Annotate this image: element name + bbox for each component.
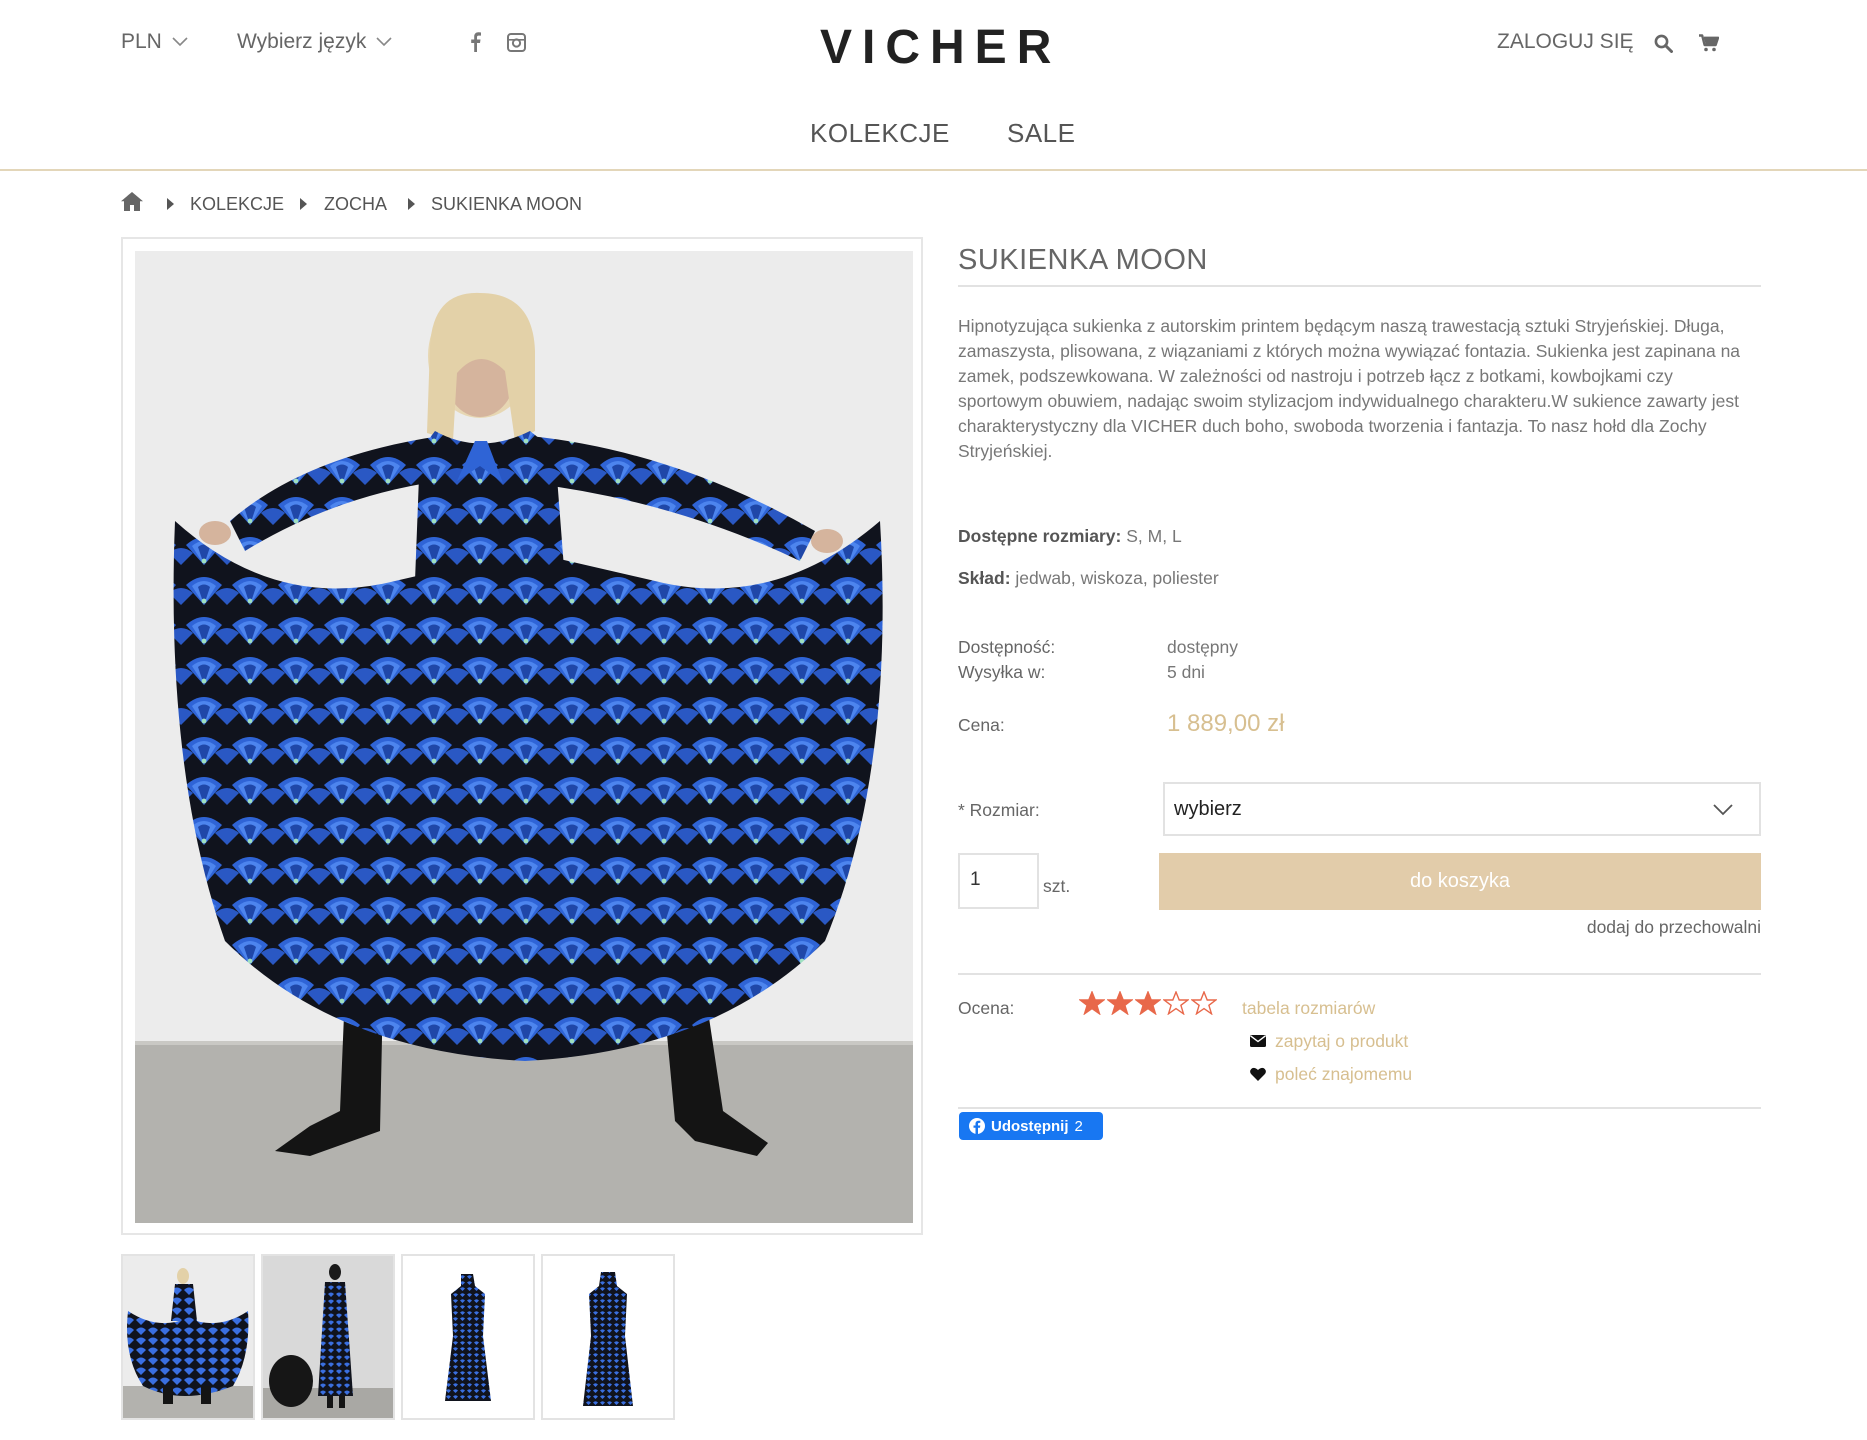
facebook-icon[interactable] <box>470 32 481 52</box>
composition-value: jedwab, wiskoza, poliester <box>1015 568 1219 588</box>
quantity-input[interactable]: 1 <box>958 853 1039 909</box>
price-value: 1 889,00 zł <box>1167 710 1285 737</box>
facebook-share-count: 2 <box>1074 1117 1083 1135</box>
sizes-available: Dostępne rozmiary: S, M, L <box>958 526 1182 547</box>
availability-value: dostępny <box>1167 637 1239 657</box>
share-divider <box>958 1107 1761 1109</box>
product-main-image[interactable] <box>135 251 913 1223</box>
add-to-storage-link[interactable]: dodaj do przechowalni <box>1500 917 1761 938</box>
price-label: Cena: <box>958 715 1005 735</box>
breadcrumb-zocha[interactable]: ZOCHA <box>324 194 387 215</box>
facebook-share-label: Udostępnij <box>991 1117 1069 1135</box>
breadcrumb-kolekcje[interactable]: KOLEKCJE <box>190 194 284 215</box>
language-selector[interactable]: Wybierz język <box>237 30 392 54</box>
star-filled-icon[interactable] <box>1135 991 1161 1015</box>
instagram-icon[interactable] <box>507 33 526 52</box>
chevron-down-icon <box>376 37 392 47</box>
shipping-value: 5 dni <box>1167 662 1205 682</box>
nav-kolekcje[interactable]: KOLEKCJE <box>810 118 950 149</box>
title-divider <box>958 285 1761 287</box>
sizes-value: S, M, L <box>1126 526 1182 546</box>
availability-label: Dostępność: <box>958 637 1056 657</box>
size-label: * Rozmiar: <box>958 800 1040 820</box>
sizes-label: Dostępne rozmiary: <box>958 526 1122 546</box>
breadcrumb-current: SUKIENKA MOON <box>431 194 583 214</box>
add-to-cart-button[interactable]: do koszyka <box>1159 853 1761 910</box>
star-empty-icon[interactable] <box>1191 991 1217 1015</box>
login-link[interactable]: ZALOGUJ SIĘ <box>1497 30 1634 54</box>
home-icon[interactable] <box>121 192 143 211</box>
product-image-frame <box>121 237 923 1235</box>
login-label: ZALOGUJ SIĘ <box>1497 30 1634 53</box>
envelope-icon <box>1250 1035 1266 1047</box>
quantity-unit: szt. <box>1043 876 1071 896</box>
currency-label: PLN <box>121 30 162 53</box>
header-divider <box>0 169 1867 171</box>
breadcrumb-separator-icon <box>300 198 307 210</box>
facebook-share-button[interactable]: Udostępnij 2 <box>959 1112 1103 1140</box>
chevron-down-icon <box>1713 804 1733 816</box>
size-select[interactable]: wybierz <box>1163 782 1761 836</box>
facebook-icon <box>969 1118 985 1134</box>
nav-sale[interactable]: SALE <box>1007 118 1076 149</box>
cart-icon[interactable] <box>1699 34 1719 52</box>
product-thumbnail-1[interactable] <box>121 1254 255 1420</box>
composition-label: Skład: <box>958 568 1011 588</box>
chevron-down-icon <box>172 37 188 47</box>
star-filled-icon[interactable] <box>1107 991 1133 1015</box>
product-thumbnail-4[interactable] <box>541 1254 675 1420</box>
size-select-value: wybierz <box>1174 798 1242 820</box>
rating-label: Ocena: <box>958 998 1015 1018</box>
rating-divider <box>958 973 1761 975</box>
star-empty-icon[interactable] <box>1163 991 1189 1015</box>
composition: Skład: jedwab, wiskoza, poliester <box>958 568 1219 589</box>
site-logo[interactable]: VICHER <box>820 20 1060 75</box>
language-label: Wybierz język <box>237 30 367 53</box>
search-icon[interactable] <box>1654 34 1673 53</box>
star-filled-icon[interactable] <box>1079 991 1105 1015</box>
shipping-label: Wysyłka w: <box>958 662 1046 682</box>
product-thumbnail-2[interactable] <box>261 1254 395 1420</box>
rating-stars[interactable] <box>1079 991 1217 1015</box>
size-table-link[interactable]: tabela rozmiarów <box>1242 998 1375 1019</box>
heart-icon <box>1250 1067 1266 1081</box>
breadcrumb-separator-icon <box>167 198 174 210</box>
product-thumbnail-3[interactable] <box>401 1254 535 1420</box>
currency-selector[interactable]: PLN <box>121 30 188 54</box>
breadcrumb-separator-icon <box>408 198 415 210</box>
ask-about-product-link[interactable]: zapytaj o produkt <box>1275 1031 1408 1052</box>
recommend-link[interactable]: poleć znajomemu <box>1275 1064 1412 1085</box>
product-description: Hipnotyzująca sukienka z autorskim print… <box>958 316 1741 461</box>
product-title: SUKIENKA MOON <box>958 244 1208 276</box>
